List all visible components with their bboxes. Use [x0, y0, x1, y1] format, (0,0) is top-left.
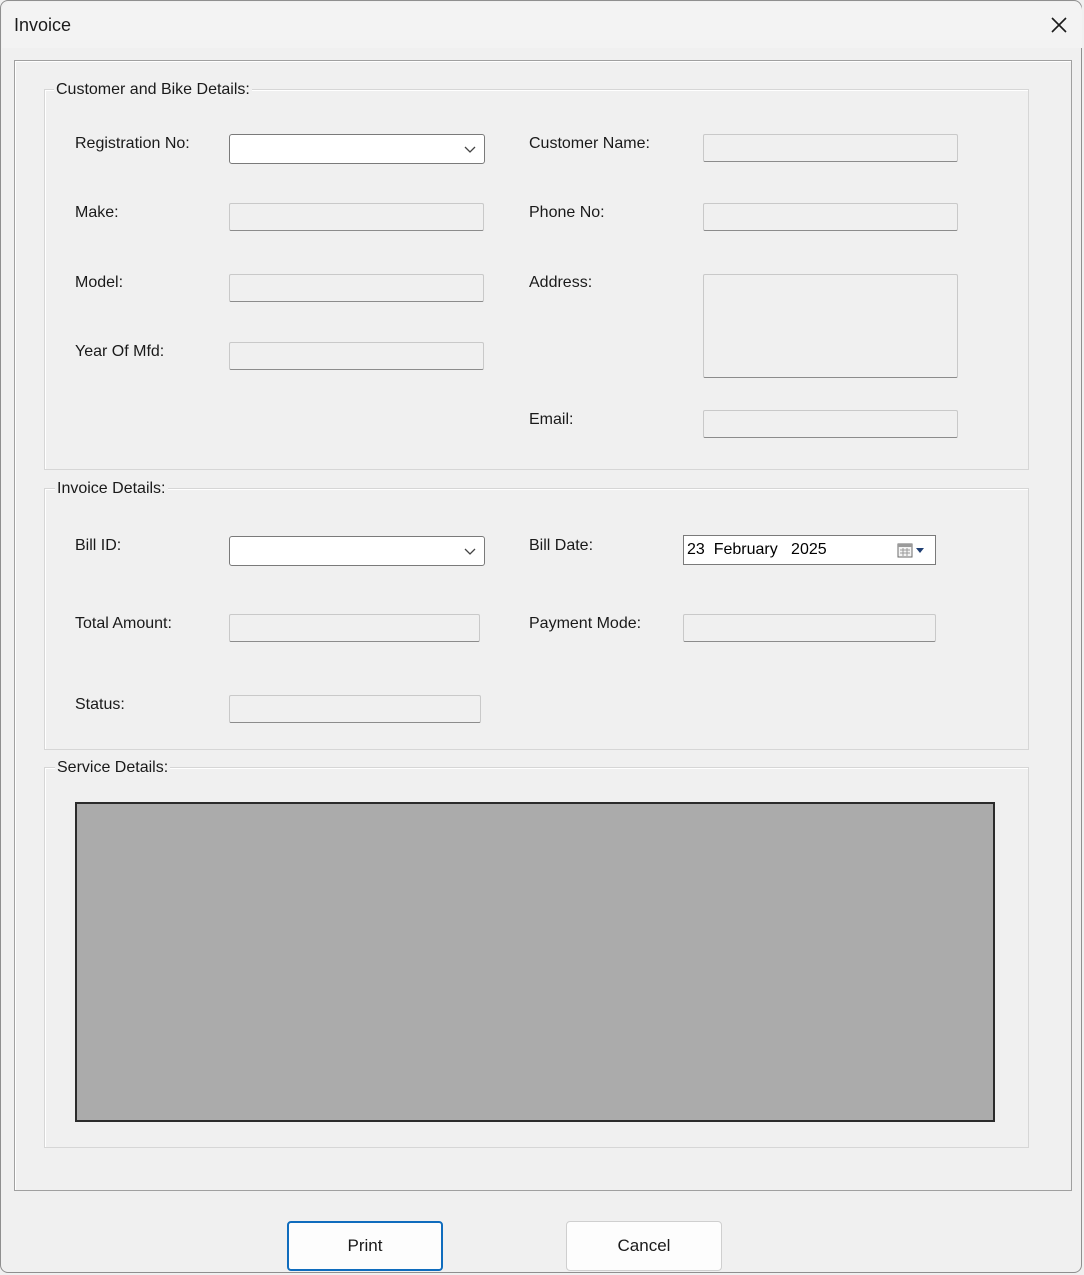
make-label: Make: [75, 204, 119, 221]
address-field[interactable] [703, 274, 958, 378]
calendar-dropdown-icon[interactable] [897, 542, 927, 559]
model-field[interactable] [229, 274, 484, 302]
chevron-down-icon [464, 146, 476, 153]
bill-date-picker[interactable]: 23 February 2025 [683, 535, 936, 565]
close-button[interactable] [1036, 2, 1082, 48]
close-icon [1051, 17, 1067, 33]
customer-bike-legend: Customer and Bike Details: [54, 81, 252, 99]
service-details-legend: Service Details: [55, 759, 171, 777]
bill-date-value: 23 February 2025 [687, 541, 827, 558]
phone-field[interactable] [703, 203, 958, 231]
address-label: Address: [529, 274, 593, 291]
bill-id-combobox[interactable] [229, 536, 485, 566]
print-button[interactable]: Print [287, 1221, 443, 1271]
status-field[interactable] [229, 695, 481, 723]
total-amount-field[interactable] [229, 614, 480, 642]
invoice-window: Invoice Customer and Bike Details: Regis… [0, 0, 1082, 1273]
year-field[interactable] [229, 342, 484, 370]
status-label: Status: [75, 696, 125, 713]
total-amount-label: Total Amount: [75, 615, 172, 632]
title-bar: Invoice [2, 2, 1082, 48]
email-label: Email: [529, 411, 574, 428]
service-details-grid[interactable] [75, 802, 995, 1122]
year-label: Year Of Mfd: [75, 343, 165, 360]
phone-label: Phone No: [529, 204, 605, 221]
make-field[interactable] [229, 203, 484, 231]
chevron-down-icon [464, 548, 476, 555]
invoice-details-legend: Invoice Details: [55, 480, 168, 498]
customer-name-label: Customer Name: [529, 135, 650, 152]
bill-id-label: Bill ID: [75, 537, 122, 554]
bill-date-label: Bill Date: [529, 537, 594, 554]
payment-mode-label: Payment Mode: [529, 615, 642, 632]
model-label: Model: [75, 274, 124, 291]
registration-label: Registration No: [75, 135, 190, 152]
window-title: Invoice [14, 15, 72, 35]
customer-name-field[interactable] [703, 134, 958, 162]
email-field[interactable] [703, 410, 958, 438]
registration-combobox[interactable] [229, 134, 485, 164]
payment-mode-field[interactable] [683, 614, 936, 642]
cancel-button[interactable]: Cancel [566, 1221, 722, 1271]
